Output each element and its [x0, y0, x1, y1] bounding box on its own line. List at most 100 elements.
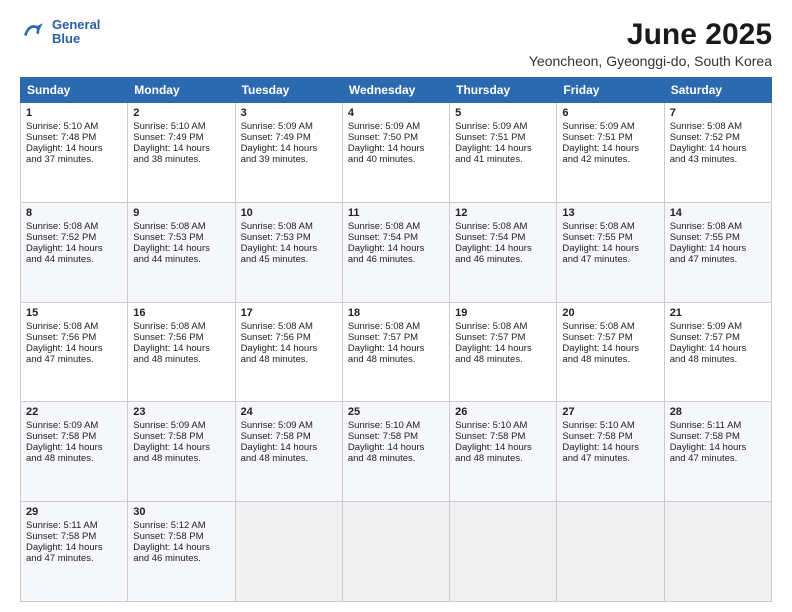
day-info: Daylight: 14 hours — [562, 442, 658, 453]
day-info: Sunrise: 5:08 AM — [26, 221, 122, 232]
day-info: Sunrise: 5:08 AM — [241, 221, 337, 232]
day-info: Daylight: 14 hours — [133, 542, 229, 553]
col-wednesday: Wednesday — [342, 78, 449, 103]
day-info: Sunrise: 5:08 AM — [455, 221, 551, 232]
day-info: Sunrise: 5:09 AM — [455, 121, 551, 132]
day-info: and 47 minutes. — [670, 254, 766, 265]
day-info: Daylight: 14 hours — [562, 343, 658, 354]
day-info: and 38 minutes. — [133, 154, 229, 165]
day-info: Sunset: 7:57 PM — [455, 332, 551, 343]
day-number: 6 — [562, 107, 658, 119]
day-info: Sunrise: 5:09 AM — [241, 420, 337, 431]
table-row: 25 Sunrise: 5:10 AMSunset: 7:58 PMDayligh… — [342, 402, 449, 502]
day-info: Sunrise: 5:09 AM — [562, 121, 658, 132]
day-info: Daylight: 14 hours — [670, 442, 766, 453]
day-info: Daylight: 14 hours — [241, 343, 337, 354]
table-row: 4Sunrise: 5:09 AMSunset: 7:50 PMDaylight… — [342, 103, 449, 203]
day-info: Sunset: 7:48 PM — [26, 132, 122, 143]
day-info: Daylight: 14 hours — [348, 143, 444, 154]
table-row — [342, 502, 449, 602]
day-info: and 47 minutes. — [26, 553, 122, 564]
day-info: and 48 minutes. — [133, 453, 229, 464]
day-number: 2 — [133, 107, 229, 119]
day-info: Sunrise: 5:08 AM — [241, 321, 337, 332]
day-info: Sunset: 7:54 PM — [348, 232, 444, 243]
day-info: Sunset: 7:51 PM — [455, 132, 551, 143]
day-info: Sunset: 7:58 PM — [133, 531, 229, 542]
table-row: 3Sunrise: 5:09 AMSunset: 7:49 PMDaylight… — [235, 103, 342, 203]
day-info: and 46 minutes. — [348, 254, 444, 265]
day-info: Daylight: 14 hours — [455, 143, 551, 154]
day-info: Daylight: 14 hours — [26, 442, 122, 453]
table-row: 8Sunrise: 5:08 AMSunset: 7:52 PMDaylight… — [21, 202, 128, 302]
table-row: 7Sunrise: 5:08 AMSunset: 7:52 PMDaylight… — [664, 103, 771, 203]
day-info: Sunrise: 5:11 AM — [670, 420, 766, 431]
day-info: Sunset: 7:58 PM — [348, 431, 444, 442]
day-number: 21 — [670, 307, 766, 319]
table-row — [450, 502, 557, 602]
day-number: 30 — [133, 506, 229, 518]
col-monday: Monday — [128, 78, 235, 103]
day-info: Daylight: 14 hours — [455, 442, 551, 453]
day-info: and 48 minutes. — [241, 453, 337, 464]
day-info: Sunset: 7:58 PM — [26, 531, 122, 542]
day-info: Sunset: 7:57 PM — [562, 332, 658, 343]
day-info: Sunrise: 5:10 AM — [348, 420, 444, 431]
table-row: 15 Sunrise: 5:08 AMSunset: 7:56 PMDayligh… — [21, 302, 128, 402]
day-number: 28 — [670, 406, 766, 418]
day-number: 8 — [26, 207, 122, 219]
page: General Blue June 2025 Yeoncheon, Gyeong… — [0, 0, 792, 612]
table-row: 19Sunrise: 5:08 AMSunset: 7:57 PMDayligh… — [450, 302, 557, 402]
day-info: Sunrise: 5:08 AM — [562, 321, 658, 332]
table-row: 18Sunrise: 5:08 AMSunset: 7:57 PMDayligh… — [342, 302, 449, 402]
day-info: and 43 minutes. — [670, 154, 766, 165]
day-number: 20 — [562, 307, 658, 319]
table-row: 26Sunrise: 5:10 AMSunset: 7:58 PMDayligh… — [450, 402, 557, 502]
table-row: 1Sunrise: 5:10 AMSunset: 7:48 PMDaylight… — [21, 103, 128, 203]
day-info: Daylight: 14 hours — [133, 243, 229, 254]
day-info: and 47 minutes. — [562, 453, 658, 464]
day-info: and 48 minutes. — [455, 354, 551, 365]
day-number: 7 — [670, 107, 766, 119]
logo-icon — [20, 18, 48, 46]
day-info: Sunrise: 5:09 AM — [26, 420, 122, 431]
table-row: 10Sunrise: 5:08 AMSunset: 7:53 PMDayligh… — [235, 202, 342, 302]
day-number: 14 — [670, 207, 766, 219]
day-info: Sunrise: 5:10 AM — [562, 420, 658, 431]
day-number: 25 — [348, 406, 444, 418]
day-info: Sunset: 7:49 PM — [241, 132, 337, 143]
day-info: Daylight: 14 hours — [26, 343, 122, 354]
day-number: 4 — [348, 107, 444, 119]
title-block: June 2025 Yeoncheon, Gyeonggi-do, South … — [529, 18, 772, 69]
day-info: Sunrise: 5:08 AM — [348, 221, 444, 232]
day-info: and 42 minutes. — [562, 154, 658, 165]
day-number: 12 — [455, 207, 551, 219]
day-number: 15 — [26, 307, 122, 319]
day-info: Sunrise: 5:08 AM — [133, 321, 229, 332]
logo-line1: General — [52, 18, 100, 32]
day-info: Sunset: 7:58 PM — [133, 431, 229, 442]
day-number: 23 — [133, 406, 229, 418]
day-info: Daylight: 14 hours — [26, 542, 122, 553]
day-info: Daylight: 14 hours — [26, 143, 122, 154]
day-number: 9 — [133, 207, 229, 219]
table-row: 14Sunrise: 5:08 AMSunset: 7:55 PMDayligh… — [664, 202, 771, 302]
day-info: Daylight: 14 hours — [348, 442, 444, 453]
day-info: and 48 minutes. — [670, 354, 766, 365]
table-row — [235, 502, 342, 602]
day-info: Sunrise: 5:08 AM — [26, 321, 122, 332]
table-row: 21Sunrise: 5:09 AMSunset: 7:57 PMDayligh… — [664, 302, 771, 402]
day-info: and 46 minutes. — [133, 553, 229, 564]
table-row: 22Sunrise: 5:09 AMSunset: 7:58 PMDayligh… — [21, 402, 128, 502]
day-info: Sunset: 7:58 PM — [241, 431, 337, 442]
day-info: and 48 minutes. — [455, 453, 551, 464]
table-row: 30Sunrise: 5:12 AMSunset: 7:58 PMDayligh… — [128, 502, 235, 602]
day-info: and 44 minutes. — [133, 254, 229, 265]
col-saturday: Saturday — [664, 78, 771, 103]
day-info: Daylight: 14 hours — [562, 243, 658, 254]
day-info: Daylight: 14 hours — [670, 343, 766, 354]
day-info: Sunrise: 5:09 AM — [670, 321, 766, 332]
day-info: Sunset: 7:56 PM — [26, 332, 122, 343]
day-info: and 39 minutes. — [241, 154, 337, 165]
day-info: Daylight: 14 hours — [670, 243, 766, 254]
